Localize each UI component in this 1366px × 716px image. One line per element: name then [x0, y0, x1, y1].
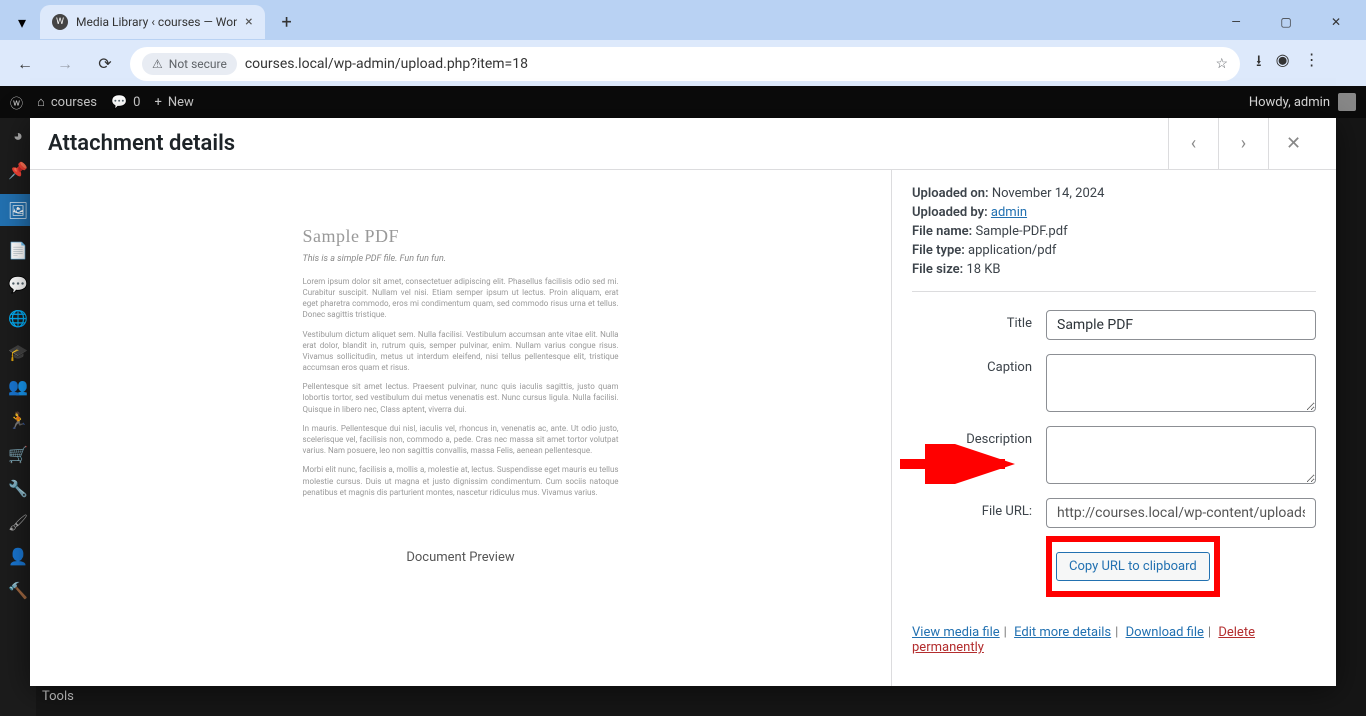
- user-icon[interactable]: 👤: [8, 546, 28, 566]
- wp-logo[interactable]: ⓦ: [10, 93, 23, 112]
- details-pane: Uploaded on: November 14, 2024 Uploaded …: [891, 170, 1336, 686]
- not-secure-chip[interactable]: ⚠ Not secure: [142, 53, 237, 75]
- run-icon[interactable]: 🏃: [8, 410, 28, 430]
- pdf-paragraph: Lorem ipsum dolor sit amet, consectetuer…: [303, 276, 619, 321]
- warning-icon: ⚠: [152, 57, 163, 71]
- new-tab-button[interactable]: +: [273, 8, 301, 36]
- meta-uploaded-on: Uploaded on: November 14, 2024: [912, 186, 1316, 201]
- title-input[interactable]: [1046, 310, 1316, 340]
- comments-link[interactable]: 💬 0: [111, 95, 141, 110]
- url-text: courses.local/wp-admin/upload.php?item=1…: [245, 56, 528, 72]
- pdf-subtitle: This is a simple PDF file. Fun fun fun.: [303, 253, 619, 266]
- extension-icon[interactable]: ◉: [1276, 50, 1290, 77]
- copy-url-button[interactable]: Copy URL to clipboard: [1056, 552, 1210, 581]
- chevron-down-icon: ▾: [18, 13, 26, 32]
- pdf-paragraph: Pellentesque sit amet lectus. Praesent p…: [303, 381, 619, 415]
- address-bar-row: ← → ⟳ ⚠ Not secure courses.local/wp-admi…: [0, 40, 1366, 87]
- attachment-details-modal: Attachment details ‹ › ✕ Sample PDF This…: [30, 118, 1336, 686]
- caption-input[interactable]: [1046, 354, 1316, 412]
- preview-pane: Sample PDF This is a simple PDF file. Fu…: [30, 170, 891, 686]
- document-preview-label: Document Preview: [406, 550, 514, 565]
- pdf-paragraph: In mauris. Pellentesque dui nisl, iaculi…: [303, 423, 619, 457]
- view-media-link[interactable]: View media file: [912, 625, 1000, 640]
- plus-icon: +: [154, 95, 161, 110]
- menu-icon[interactable]: ⋮: [1304, 50, 1320, 77]
- site-name: courses: [51, 95, 97, 110]
- close-modal-button[interactable]: ✕: [1268, 118, 1318, 170]
- meta-uploaded-by: Uploaded by: admin: [912, 205, 1316, 220]
- divider: [912, 291, 1316, 292]
- new-link[interactable]: + New: [154, 95, 193, 110]
- next-button[interactable]: ›: [1218, 118, 1268, 170]
- group-icon[interactable]: 👥: [8, 376, 28, 396]
- comment-menu-icon[interactable]: 💬: [8, 274, 28, 294]
- minimize-button[interactable]: —: [1214, 7, 1258, 37]
- comments-count: 0: [133, 95, 140, 110]
- modal-title: Attachment details: [48, 131, 235, 156]
- home-icon: ⌂: [37, 94, 45, 110]
- back-button[interactable]: ←: [10, 49, 40, 79]
- tab-title: Media Library ‹ courses — Wor: [76, 15, 237, 29]
- wrench-icon[interactable]: 🔧: [8, 478, 28, 498]
- action-links: View media file| Edit more details| Down…: [912, 625, 1316, 655]
- pdf-paragraph: Morbi elit nunc, facilisis a, mollis a, …: [303, 464, 619, 498]
- pdf-preview: Sample PDF This is a simple PDF file. Fu…: [271, 200, 651, 530]
- wp-adminbar: ⓦ ⌂ courses 💬 0 + New Howdy, admin: [0, 86, 1366, 118]
- cart-icon[interactable]: 🛒: [8, 444, 28, 464]
- description-input[interactable]: [1046, 426, 1316, 484]
- not-secure-label: Not secure: [169, 57, 227, 71]
- download-icon[interactable]: ⭳: [1256, 50, 1262, 77]
- brush-icon[interactable]: 🖌: [8, 512, 28, 532]
- window-controls: — ▢ ✕: [1214, 7, 1358, 37]
- annotation-arrow: [895, 444, 1025, 484]
- new-label: New: [168, 95, 194, 110]
- meta-file-name: File name: Sample-PDF.pdf: [912, 224, 1316, 239]
- caption-label: Caption: [912, 354, 1032, 375]
- wordpress-icon: W: [52, 14, 68, 30]
- browser-chrome: ▾ W Media Library ‹ courses — Wor × + — …: [0, 0, 1366, 87]
- page-icon[interactable]: 📄: [8, 240, 28, 260]
- forward-button[interactable]: →: [50, 49, 80, 79]
- fileurl-field-row: File URL:: [912, 498, 1316, 528]
- sidebar-label-tools[interactable]: Tools: [42, 689, 74, 704]
- pdf-paragraph: Vestibulum dictum aliquet sem. Nulla fac…: [303, 329, 619, 374]
- site-link[interactable]: ⌂ courses: [37, 94, 97, 110]
- modal-body: Sample PDF This is a simple PDF file. Fu…: [30, 170, 1336, 686]
- tools-menu-icon[interactable]: 🔨: [8, 580, 28, 600]
- reload-button[interactable]: ⟳: [90, 49, 120, 79]
- meta-file-type: File type: application/pdf: [912, 243, 1316, 258]
- modal-nav: ‹ › ✕: [1168, 118, 1318, 170]
- tab-bar: ▾ W Media Library ‹ courses — Wor × + — …: [0, 0, 1366, 40]
- close-tab-icon[interactable]: ×: [245, 14, 252, 30]
- meta-file-size: File size: 18 KB: [912, 262, 1316, 277]
- uploaded-by-link[interactable]: admin: [991, 205, 1027, 220]
- prev-button[interactable]: ‹: [1168, 118, 1218, 170]
- title-field-row: Title: [912, 310, 1316, 340]
- address-bar[interactable]: ⚠ Not secure courses.local/wp-admin/uplo…: [130, 47, 1240, 81]
- tab-dropdown[interactable]: ▾: [8, 8, 36, 36]
- caption-field-row: Caption: [912, 354, 1316, 412]
- star-icon[interactable]: ☆: [1215, 56, 1228, 72]
- maximize-button[interactable]: ▢: [1264, 7, 1308, 37]
- pdf-title: Sample PDF: [303, 224, 619, 249]
- close-window-button[interactable]: ✕: [1314, 7, 1358, 37]
- modal-header: Attachment details ‹ › ✕: [30, 118, 1336, 170]
- globe-icon[interactable]: 🌐: [8, 308, 28, 328]
- copy-highlight: Copy URL to clipboard: [1046, 536, 1220, 597]
- download-file-link[interactable]: Download file: [1126, 625, 1204, 640]
- fileurl-label: File URL:: [912, 498, 1032, 519]
- pin-icon[interactable]: 📌: [8, 160, 28, 180]
- comment-icon: 💬: [111, 95, 127, 110]
- fileurl-input[interactable]: [1046, 498, 1316, 528]
- edit-details-link[interactable]: Edit more details: [1014, 625, 1111, 640]
- avatar[interactable]: [1338, 93, 1356, 111]
- title-label: Title: [912, 310, 1032, 331]
- dashboard-icon[interactable]: ◕: [8, 126, 28, 146]
- cap-icon[interactable]: 🎓: [8, 342, 28, 362]
- howdy-text[interactable]: Howdy, admin: [1249, 95, 1330, 110]
- browser-tab[interactable]: W Media Library ‹ courses — Wor ×: [40, 5, 265, 39]
